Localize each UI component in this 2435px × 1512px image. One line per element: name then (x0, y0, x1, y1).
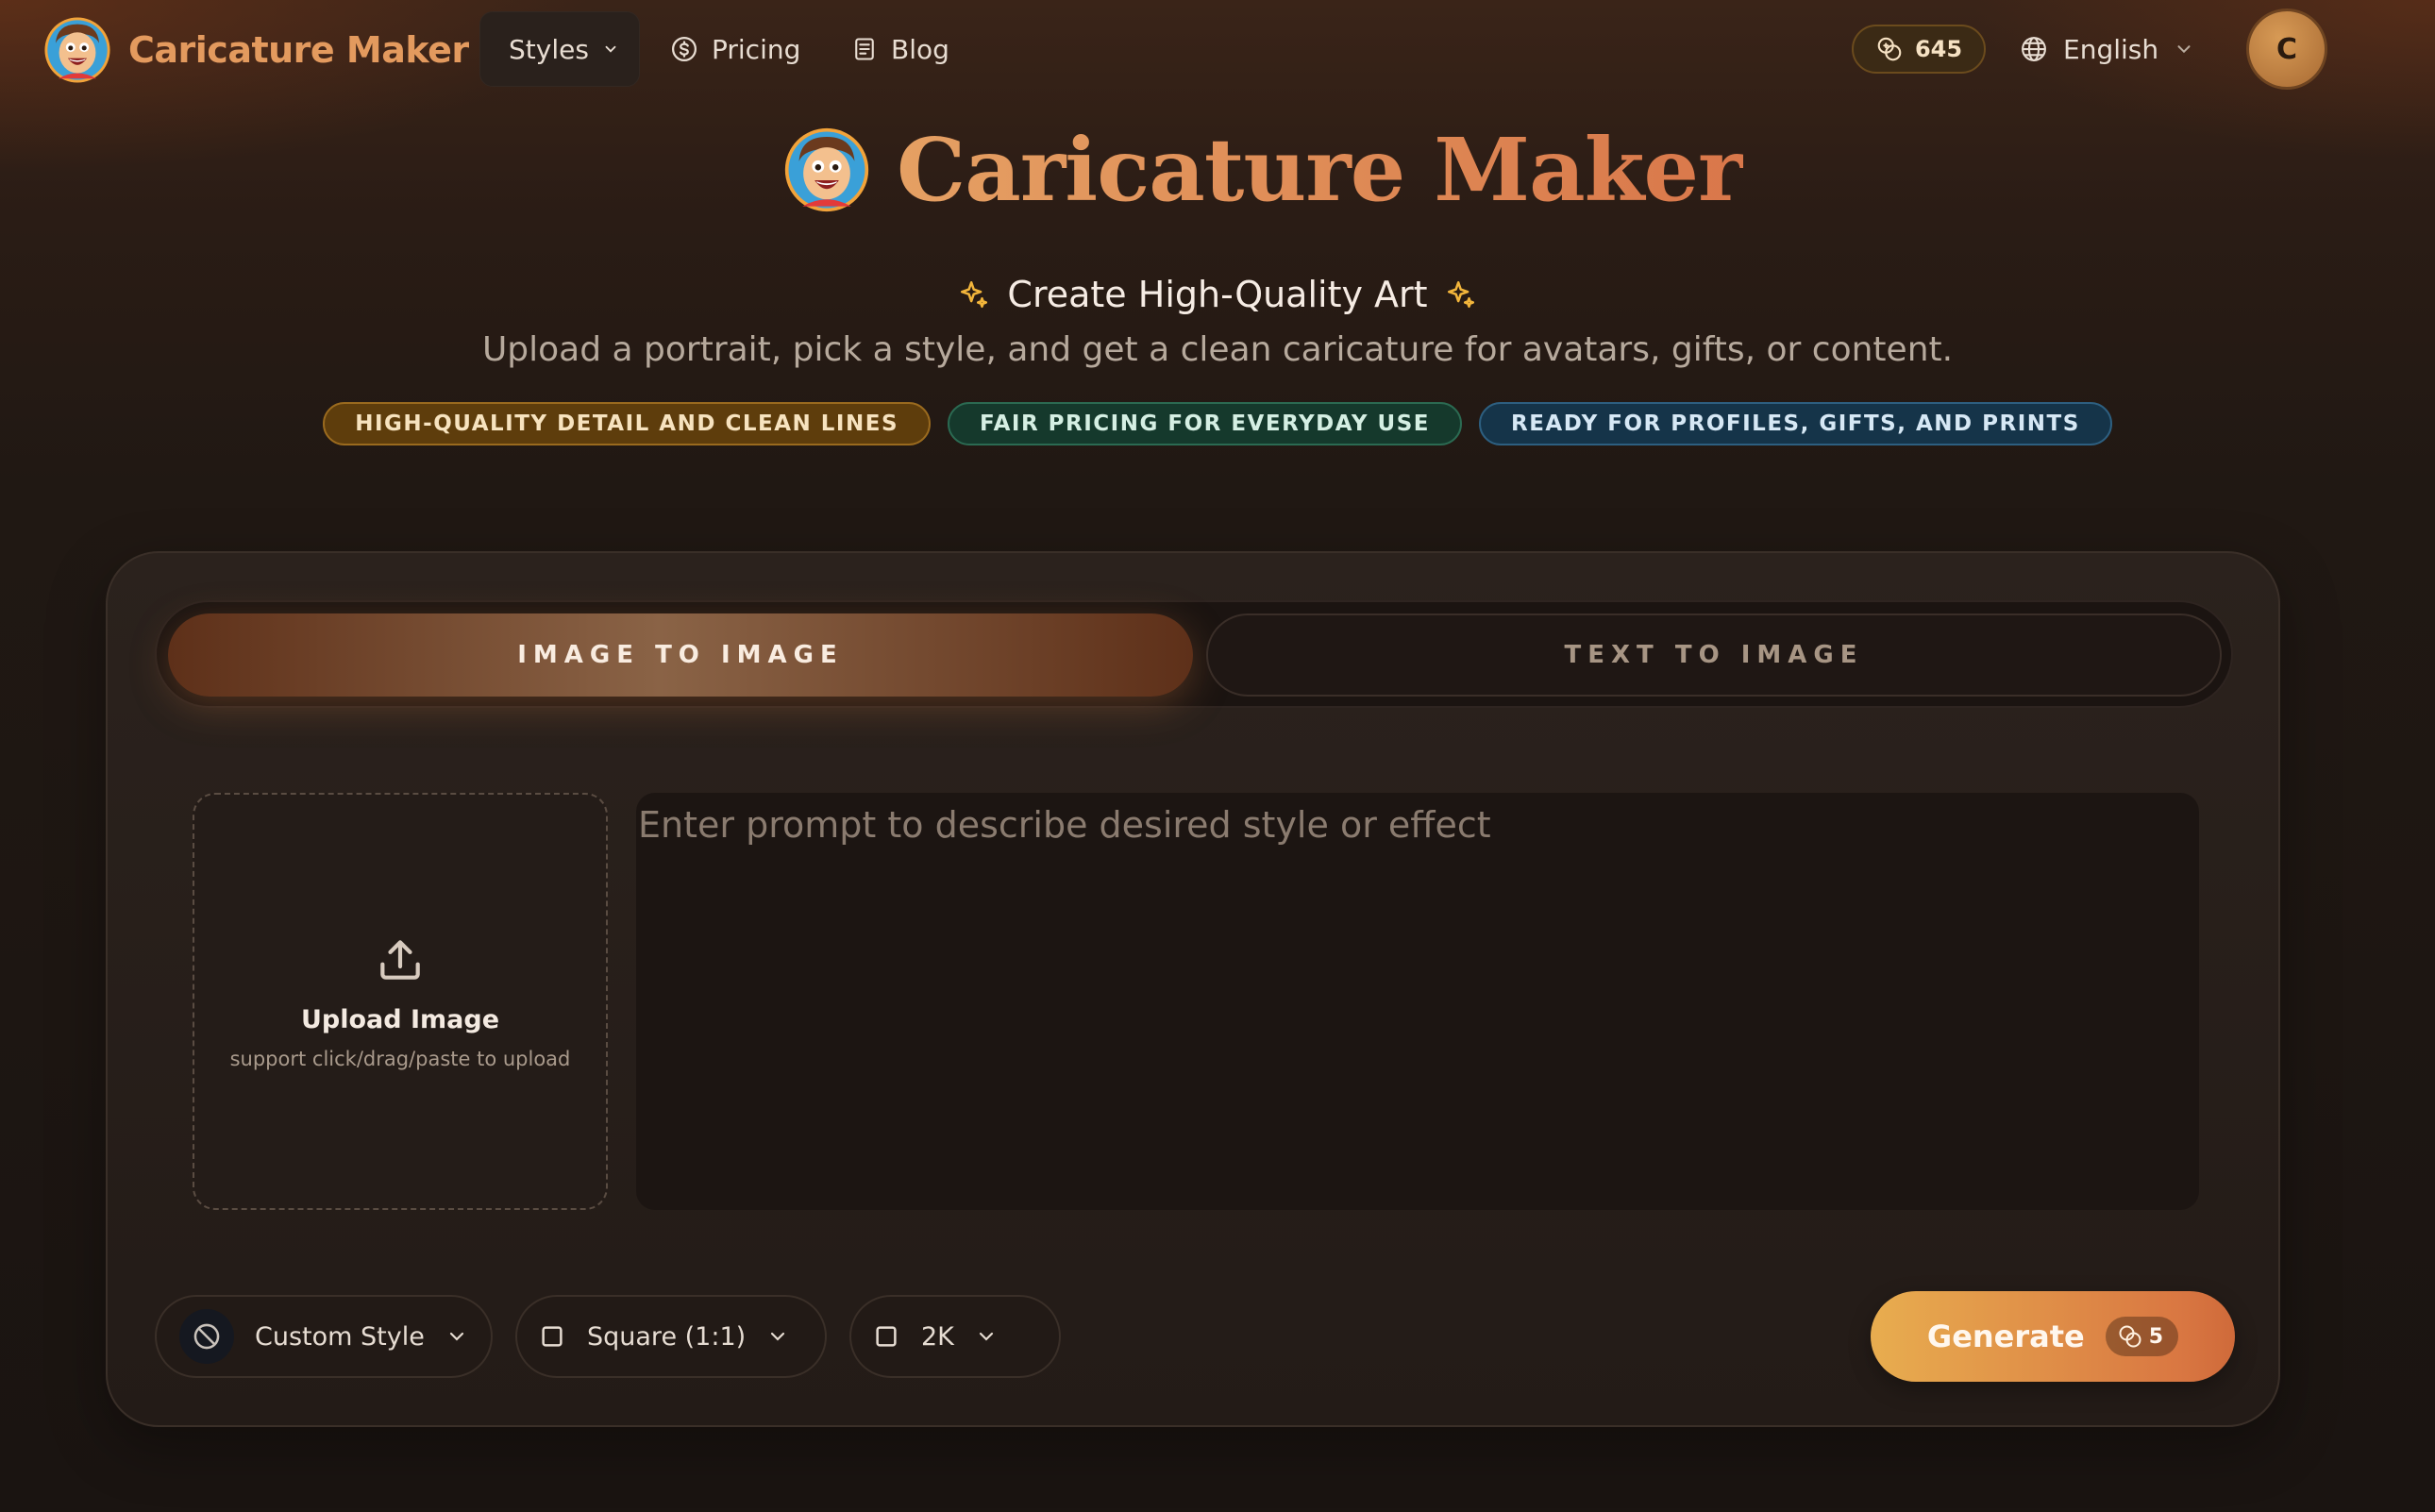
tab-image-to-image[interactable]: IMAGE TO IMAGE (168, 613, 1193, 697)
page-title: Caricature Maker (897, 119, 1743, 221)
upload-title: Upload Image (300, 1004, 500, 1034)
feature-badges: HIGH-QUALITY DETAIL AND CLEAN LINES FAIR… (0, 402, 2435, 445)
chevron-down-icon (2177, 45, 2191, 54)
dollar-circle-icon (672, 37, 697, 61)
nav-styles-label: Styles (509, 33, 589, 65)
square-icon (542, 1326, 563, 1347)
brand[interactable]: Caricature Maker (43, 16, 469, 84)
nav-styles-dropdown[interactable]: Styles (479, 11, 640, 87)
generator-card: IMAGE TO IMAGE TEXT TO IMAGE Upload Imag… (106, 551, 2280, 1427)
brand-name: Caricature Maker (128, 29, 469, 71)
prompt-input[interactable] (636, 793, 2199, 1210)
coins-icon (2119, 1325, 2141, 1348)
sparkle-icon (961, 280, 988, 309)
aspect-ratio-label: Square (1:1) (587, 1321, 747, 1352)
language-selector[interactable]: English (2020, 25, 2194, 74)
coins-icon (1877, 37, 1902, 61)
caricature-logo-icon (784, 127, 869, 212)
chevron-down-icon (449, 1332, 463, 1341)
globe-icon (2022, 37, 2046, 61)
language-label: English (2063, 33, 2159, 65)
avatar-initial: C (2275, 32, 2298, 66)
badge-ready: READY FOR PROFILES, GIFTS, AND PRINTS (1478, 402, 2112, 445)
aspect-ratio-selector[interactable]: Square (1:1) (515, 1295, 827, 1378)
square-icon (876, 1326, 897, 1347)
upload-dropzone[interactable]: Upload Image support click/drag/paste to… (193, 793, 608, 1210)
style-label: Custom Style (255, 1321, 425, 1352)
resolution-selector[interactable]: 2K (849, 1295, 1061, 1378)
upload-arrow-icon (380, 939, 420, 980)
badge-pricing: FAIR PRICING FOR EVERYDAY USE (948, 402, 1462, 445)
sparkle-icon (1447, 280, 1474, 309)
badge-quality: HIGH-QUALITY DETAIL AND CLEAN LINES (323, 402, 932, 445)
top-nav: Caricature Maker Styles Pricing Blog 645… (0, 0, 2435, 98)
document-icon (855, 38, 874, 60)
upload-hint: support click/drag/paste to upload (229, 1047, 571, 1070)
hero-description: Upload a portrait, pick a style, and get… (481, 330, 1954, 369)
nav-blog-link[interactable]: Blog (823, 11, 978, 87)
nav-pricing-label: Pricing (712, 33, 801, 65)
generate-cost: 5 (2148, 1324, 2164, 1349)
credits-count: 645 (1914, 36, 1963, 62)
tab-text-to-image[interactable]: TEXT TO IMAGE (1206, 613, 2222, 697)
chevron-down-icon (605, 45, 616, 53)
nav-pricing-link[interactable]: Pricing (642, 11, 829, 87)
chevron-down-icon (771, 1332, 785, 1341)
generate-button[interactable]: Generate 5 (1871, 1291, 2235, 1382)
hero-title-row: Caricature Maker (783, 113, 1743, 227)
generate-label: Generate (1926, 1319, 2085, 1354)
resolution-label: 2K (921, 1321, 954, 1352)
generate-cost-badge: 5 (2105, 1317, 2179, 1356)
hero-subtitle: Create High-Quality Art (0, 274, 2435, 315)
mode-tabs: IMAGE TO IMAGE TEXT TO IMAGE (155, 600, 2233, 708)
style-selector[interactable]: Custom Style (155, 1295, 493, 1378)
credits-balance[interactable]: 645 (1852, 25, 1986, 74)
hero-subtitle-text: Create High-Quality Art (1007, 274, 1428, 315)
nav-blog-label: Blog (891, 33, 949, 65)
no-style-icon (179, 1309, 234, 1364)
user-avatar[interactable]: C (2246, 8, 2327, 90)
caricature-logo-icon (44, 17, 110, 83)
chevron-down-icon (979, 1332, 993, 1341)
